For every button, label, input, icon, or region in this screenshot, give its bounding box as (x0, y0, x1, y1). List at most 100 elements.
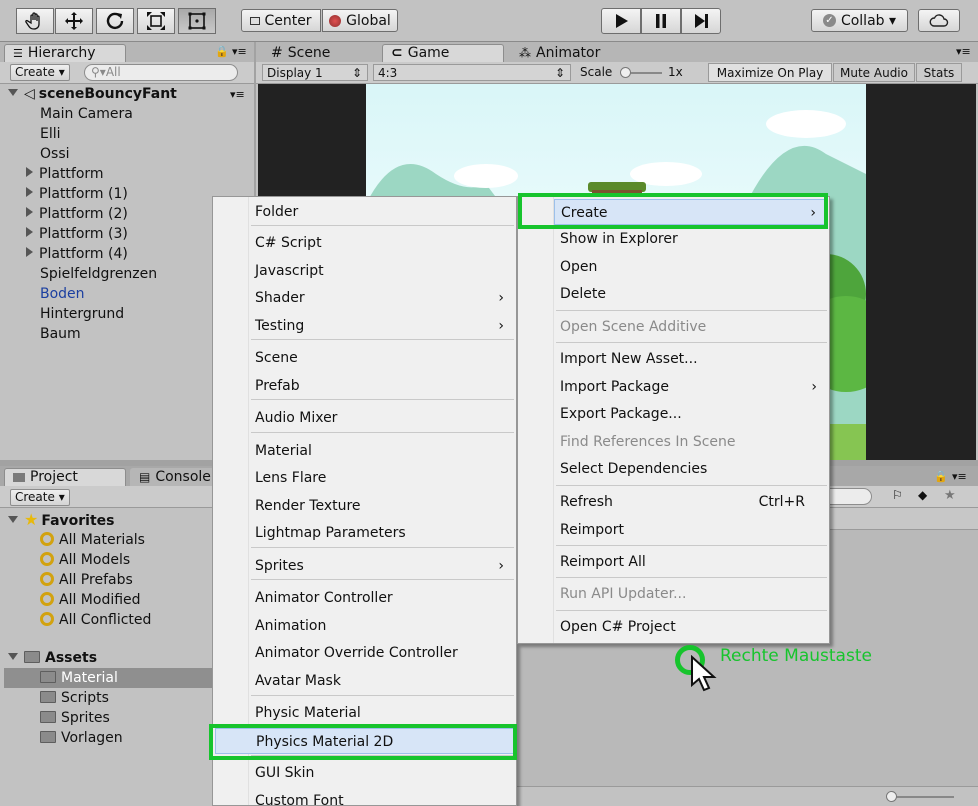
context-item-open[interactable]: Open (554, 254, 827, 280)
context-item-reimport-all[interactable]: Reimport All (554, 549, 827, 575)
favorite-item[interactable]: All Materials (40, 530, 145, 550)
assets-header[interactable]: Assets (8, 648, 97, 668)
hierarchy-item[interactable]: Plattform (4) (26, 244, 128, 264)
menu-item-audio-mixer[interactable]: Audio Mixer (249, 405, 514, 431)
menu-item-material[interactable]: Material (249, 438, 514, 464)
mute-audio-toggle[interactable]: Mute Audio (833, 63, 915, 82)
menu-item-render-texture[interactable]: Render Texture (249, 493, 514, 519)
tab-scene[interactable]: # Scene (262, 44, 374, 62)
zoom-slider-thumb[interactable] (886, 791, 897, 802)
hierarchy-item[interactable]: Baum (40, 324, 81, 344)
annotation-label: Rechte Maustaste (720, 646, 872, 666)
menu-item-animator-override-controller[interactable]: Animator Override Controller (249, 640, 514, 666)
tab-project[interactable]: Project (4, 468, 126, 486)
menu-item-testing[interactable]: Testing › (249, 313, 514, 339)
menu-item-shader[interactable]: Shader › (249, 285, 514, 311)
asset-folder-item[interactable]: Scripts (40, 688, 109, 708)
menu-item-folder[interactable]: Folder (249, 199, 514, 225)
menu-item-c-script[interactable]: C# Script (249, 230, 514, 256)
menu-item-lens-flare[interactable]: Lens Flare (249, 465, 514, 491)
favorite-item[interactable]: All Modified (40, 590, 141, 610)
scale-slider-thumb[interactable] (620, 67, 631, 78)
context-item-import-package[interactable]: Import Package › (554, 374, 827, 400)
chevron-right-icon: › (811, 379, 817, 395)
hierarchy-item[interactable]: Plattform (2) (26, 204, 128, 224)
step-button[interactable] (681, 8, 721, 34)
context-item-export-package-[interactable]: Export Package... (554, 401, 827, 427)
lock-icon[interactable]: 🔒 (934, 470, 948, 483)
menu-item-javascript[interactable]: Javascript (249, 258, 514, 284)
project-create-button[interactable]: Create ▾ (10, 489, 70, 506)
lock-icon[interactable]: 🔒 (215, 45, 229, 58)
label-tag-icon[interactable]: ◆ (918, 488, 927, 502)
asset-folder-item[interactable]: Sprites (40, 708, 110, 728)
hand-icon[interactable] (16, 8, 54, 34)
menu-item-sprites[interactable]: Sprites › (249, 553, 514, 579)
hierarchy-item-label: Spielfeldgrenzen (40, 266, 158, 282)
hierarchy-item[interactable]: Elli (40, 124, 61, 144)
menu-item-animation[interactable]: Animation (249, 613, 514, 639)
menu-item-physic-material[interactable]: Physic Material (249, 700, 514, 726)
context-item-select-dependencies[interactable]: Select Dependencies (554, 456, 827, 482)
panel-menu-icon[interactable]: ▾≡ (232, 45, 247, 58)
hierarchy-item[interactable]: Plattform (3) (26, 224, 128, 244)
menu-item-lightmap-parameters[interactable]: Lightmap Parameters (249, 520, 514, 546)
hierarchy-create-button[interactable]: Create ▾ (10, 64, 70, 81)
tab-animator[interactable]: ⁂ Animator (510, 44, 630, 62)
hierarchy-item[interactable]: Hintergrund (40, 304, 124, 324)
context-item-open-c-project[interactable]: Open C# Project (554, 614, 827, 640)
zoom-slider[interactable] (888, 796, 954, 798)
display-select[interactable]: Display 1 ⇕ (262, 64, 368, 81)
menu-item-scene[interactable]: Scene (249, 345, 514, 371)
hierarchy-item[interactable]: Plattform (26, 164, 104, 184)
context-item-show-in-explorer[interactable]: Show in Explorer (554, 226, 827, 252)
hierarchy-item[interactable]: Boden (40, 284, 85, 304)
animator-icon: ⁂ (519, 46, 531, 60)
asset-folder-item[interactable]: Vorlagen (40, 728, 123, 748)
pause-button[interactable] (641, 8, 681, 34)
pivot-global-button[interactable]: Global (322, 9, 398, 32)
favorite-item[interactable]: All Conflicted (40, 610, 151, 630)
menu-item-prefab[interactable]: Prefab (249, 373, 514, 399)
scene-menu-icon[interactable]: ▾≡ (230, 88, 245, 101)
menu-item-label: Material (255, 443, 312, 459)
context-item-import-new-asset-[interactable]: Import New Asset... (554, 346, 827, 372)
context-item-reimport[interactable]: Reimport (554, 517, 827, 543)
favorites-header[interactable]: ★ Favorites (8, 510, 115, 530)
move-icon[interactable] (55, 8, 93, 34)
rect-icon[interactable] (178, 8, 216, 34)
scene-root[interactable]: ◁ sceneBouncyFant (8, 84, 177, 104)
menu-item-animator-controller[interactable]: Animator Controller (249, 585, 514, 611)
menu-item-label: Avatar Mask (255, 673, 341, 689)
tab-game[interactable]: ⊂ Game (382, 44, 504, 62)
aspect-select[interactable]: 4:3 ⇕ (373, 64, 571, 81)
hierarchy-item[interactable]: Plattform (1) (26, 184, 128, 204)
collab-button[interactable]: ✓ Collab ▾ (811, 9, 908, 32)
panel-menu-icon[interactable]: ▾≡ (956, 45, 971, 58)
play-button[interactable] (601, 8, 641, 34)
menu-item-avatar-mask[interactable]: Avatar Mask (249, 668, 514, 694)
pivot-center-button[interactable]: Center (241, 9, 321, 32)
scale-icon[interactable] (137, 8, 175, 34)
rotate-icon[interactable] (96, 8, 134, 34)
panel-menu-icon[interactable]: ▾≡ (952, 470, 967, 483)
filter-type-icon[interactable]: ⚐ (892, 488, 903, 502)
context-item-delete[interactable]: Delete (554, 281, 827, 307)
menu-item-label: Animation (255, 618, 327, 634)
stats-toggle[interactable]: Stats (916, 63, 962, 82)
cloud-button[interactable] (918, 9, 960, 32)
menu-item-label: Find References In Scene (560, 434, 736, 450)
menu-item-custom-font[interactable]: Custom Font (249, 788, 514, 806)
tab-hierarchy[interactable]: ☰ Hierarchy (4, 44, 126, 62)
hierarchy-item[interactable]: Ossi (40, 144, 70, 164)
hierarchy-search-input[interactable]: ⚲▾All (84, 64, 238, 81)
menu-item-gui-skin[interactable]: GUI Skin (249, 760, 514, 786)
star-icon[interactable]: ★ (944, 488, 956, 503)
hierarchy-item[interactable]: Main Camera (40, 104, 133, 124)
favorite-item[interactable]: All Prefabs (40, 570, 133, 590)
hierarchy-item[interactable]: Spielfeldgrenzen (40, 264, 157, 284)
context-item-refresh[interactable]: Refresh Ctrl+R (554, 489, 827, 515)
asset-folder-item[interactable]: Material (4, 668, 212, 688)
favorite-item[interactable]: All Models (40, 550, 130, 570)
maximize-on-play-toggle[interactable]: Maximize On Play (708, 63, 832, 82)
